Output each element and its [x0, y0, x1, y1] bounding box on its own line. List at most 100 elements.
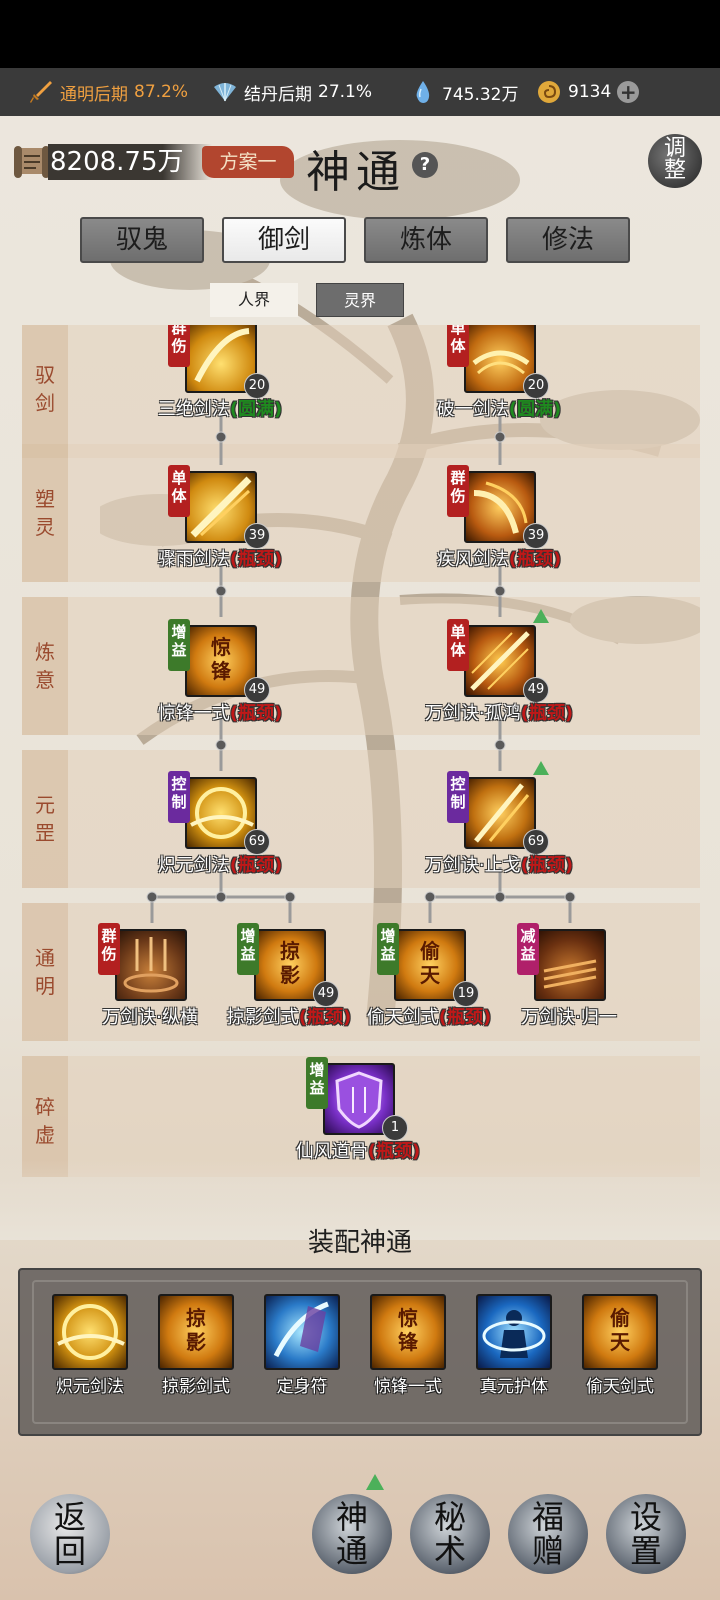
realm1-label: 通明后期 [60, 84, 128, 105]
nav-shentong-button[interactable]: 神 通 [312, 1494, 392, 1574]
tab-yugui[interactable]: 驭鬼 [80, 217, 204, 263]
skill-icon: 惊锋 [370, 1294, 446, 1370]
skill-node-guhong[interactable]: 单体 49 万剑诀·孤鸿(瓶颈) [409, 609, 589, 739]
tab-yujian[interactable]: 御剑 [222, 217, 346, 263]
adjust-char-2: 整 [663, 158, 686, 183]
skill-icon [115, 929, 187, 1001]
skill-icon [52, 1294, 128, 1370]
skill-type-badge: 控制 [168, 771, 190, 823]
equip-skill-name: 炽元剑法 [56, 1377, 124, 1397]
skill-type-badge: 增益 [306, 1057, 328, 1109]
skill-name: 三绝剑法(圆满) [157, 399, 283, 420]
nav-settings-button[interactable]: 设 置 [606, 1494, 686, 1574]
tab-lianti[interactable]: 炼体 [364, 217, 488, 263]
skill-name: 万剑诀·归一 [521, 1007, 617, 1028]
subtab-human-realm[interactable]: 人界 [210, 283, 298, 317]
equip-slot-1[interactable]: 炽元剑法 [40, 1294, 140, 1404]
nav-char: 设 [629, 1498, 662, 1536]
skill-node-chiyuan[interactable]: 控制 69 炽元剑法(瓶颈) [130, 771, 310, 891]
skill-status: (瓶颈) [229, 703, 283, 724]
nav-char: 通 [335, 1532, 368, 1570]
add-currency-icon[interactable]: + [617, 81, 640, 103]
adjust-char-1: 调 [663, 136, 686, 161]
skill-glyph: 惊锋 [211, 635, 231, 683]
back-char-2: 回 [53, 1532, 86, 1570]
spirit-resource[interactable]: 745.32万 [410, 68, 518, 116]
page-title: 神通 [306, 147, 406, 198]
skill-status: (瓶颈) [367, 1141, 421, 1162]
skill-type-badge: 减益 [517, 923, 539, 975]
skill-type-badge: 单体 [447, 325, 469, 367]
realm2-resource[interactable]: 结丹后期 27.1% [212, 68, 372, 116]
subtab-spirit-realm[interactable]: 灵界 [316, 283, 404, 317]
skill-status: (圆满) [508, 399, 562, 420]
resource-bar: 通明后期 87.2% 结丹后期 27.1% 745.32万 9134 + [0, 68, 720, 116]
skill-type-badge: 群伤 [98, 923, 120, 975]
skill-status: (圆满) [229, 399, 283, 420]
skill-tree[interactable]: 驭剑 塑灵 炼意 元罡 通明 碎虚 群 伤 20 三绝剑法(圆满) 单 体 20… [0, 325, 720, 1177]
equip-skill-name: 惊锋一式 [374, 1377, 442, 1397]
skill-name: 万剑诀·止戈(瓶颈) [424, 855, 574, 876]
sword-icon [30, 81, 52, 103]
skill-node-jifeng[interactable]: 群伤 39 疾风剑法(瓶颈) [409, 465, 589, 585]
nav-char: 秘 [433, 1498, 466, 1536]
nav-char: 神 [335, 1498, 368, 1536]
equip-skill-name: 掠影剑式 [162, 1377, 230, 1397]
skill-type-badge: 单体 [168, 465, 190, 517]
currency-resource[interactable]: 9134 + [536, 68, 640, 116]
nav-char: 福 [531, 1498, 564, 1536]
currency-value: 9134 [568, 82, 612, 102]
skill-name: 疾风剑法(瓶颈) [436, 549, 562, 570]
skill-name: 骤雨剑法(瓶颈) [157, 549, 283, 570]
money-display: 8208.75万 [48, 144, 212, 180]
water-drop-icon [416, 81, 430, 103]
nav-fuzeng-button[interactable]: 福 赠 [508, 1494, 588, 1574]
skill-status: (瓶颈) [229, 855, 283, 876]
skill-node-sanjue[interactable]: 群伤 20 三绝剑法(圆满) [130, 325, 310, 435]
skill-glyph: 惊锋 [398, 1306, 418, 1354]
skill-node-guiyi[interactable]: 减益 万剑诀·归一 [479, 923, 659, 1043]
skill-glyph: 掠影 [280, 939, 300, 987]
back-char-1: 返 [53, 1498, 86, 1536]
skill-status: (瓶颈) [520, 703, 574, 724]
skill-icon [264, 1294, 340, 1370]
equip-slot-5[interactable]: 真元护体 [464, 1294, 564, 1404]
skill-node-zhige[interactable]: 控制 69 万剑诀·止戈(瓶颈) [409, 761, 589, 891]
realm1-resource[interactable]: 通明后期 87.2% [28, 68, 188, 116]
skill-node-jingfeng[interactable]: 惊锋 增益 49 惊锋一式(瓶颈) [130, 619, 310, 739]
nav-char: 置 [629, 1532, 662, 1570]
tab-xiufa[interactable]: 修法 [506, 217, 630, 263]
skill-status: (瓶颈) [508, 549, 562, 570]
skill-icon: 偷天 [582, 1294, 658, 1370]
skill-node-zhouyu[interactable]: 单体 39 骤雨剑法(瓶颈) [130, 465, 310, 585]
skill-type-badge: 群伤 [447, 465, 469, 517]
equip-slot-4[interactable]: 惊锋 惊锋一式 [358, 1294, 458, 1404]
adjust-button[interactable]: 调 整 [648, 134, 702, 188]
help-icon[interactable]: ? [412, 152, 438, 178]
equip-skill-name: 定身符 [276, 1377, 328, 1397]
equip-slot-3[interactable]: 定身符 [252, 1294, 352, 1404]
realm-subtabs: 人界 灵界 [0, 283, 720, 317]
skill-node-xianfeng[interactable]: 增益 1 仙风道骨(瓶颈) [268, 1057, 448, 1177]
upgrade-arrow-icon [533, 761, 549, 775]
school-tabs: 驭鬼 御剑 炼体 修法 [0, 217, 720, 263]
skill-name: 惊锋一式(瓶颈) [157, 703, 283, 724]
back-button[interactable]: 返 回 [30, 1494, 110, 1574]
skill-icon: 掠影 [158, 1294, 234, 1370]
skill-name: 万剑诀·孤鸿(瓶颈) [424, 703, 574, 724]
equip-section-title: 装配神通 [307, 1228, 412, 1258]
equip-skill-name: 真元护体 [480, 1377, 548, 1397]
plan-selector[interactable]: 方案一 [202, 146, 294, 178]
spirit-value: 745.32万 [442, 84, 519, 105]
equip-slot-6[interactable]: 偷天 偷天剑式 [570, 1294, 670, 1404]
nav-char: 赠 [531, 1532, 564, 1570]
nav-mishu-button[interactable]: 秘 术 [410, 1494, 490, 1574]
skill-node-poyi[interactable]: 单体 20 破一剑法(圆满) [409, 325, 589, 435]
skill-name: 破一剑法(圆满) [436, 399, 562, 420]
skill-type-badge: 群伤 [168, 325, 190, 367]
fan-icon [214, 83, 236, 102]
skill-glyph: 偷天 [420, 939, 440, 987]
realm2-label: 结丹后期 [244, 84, 312, 105]
nav-char: 术 [433, 1532, 466, 1570]
equip-slot-2[interactable]: 掠影 掠影剑式 [146, 1294, 246, 1404]
